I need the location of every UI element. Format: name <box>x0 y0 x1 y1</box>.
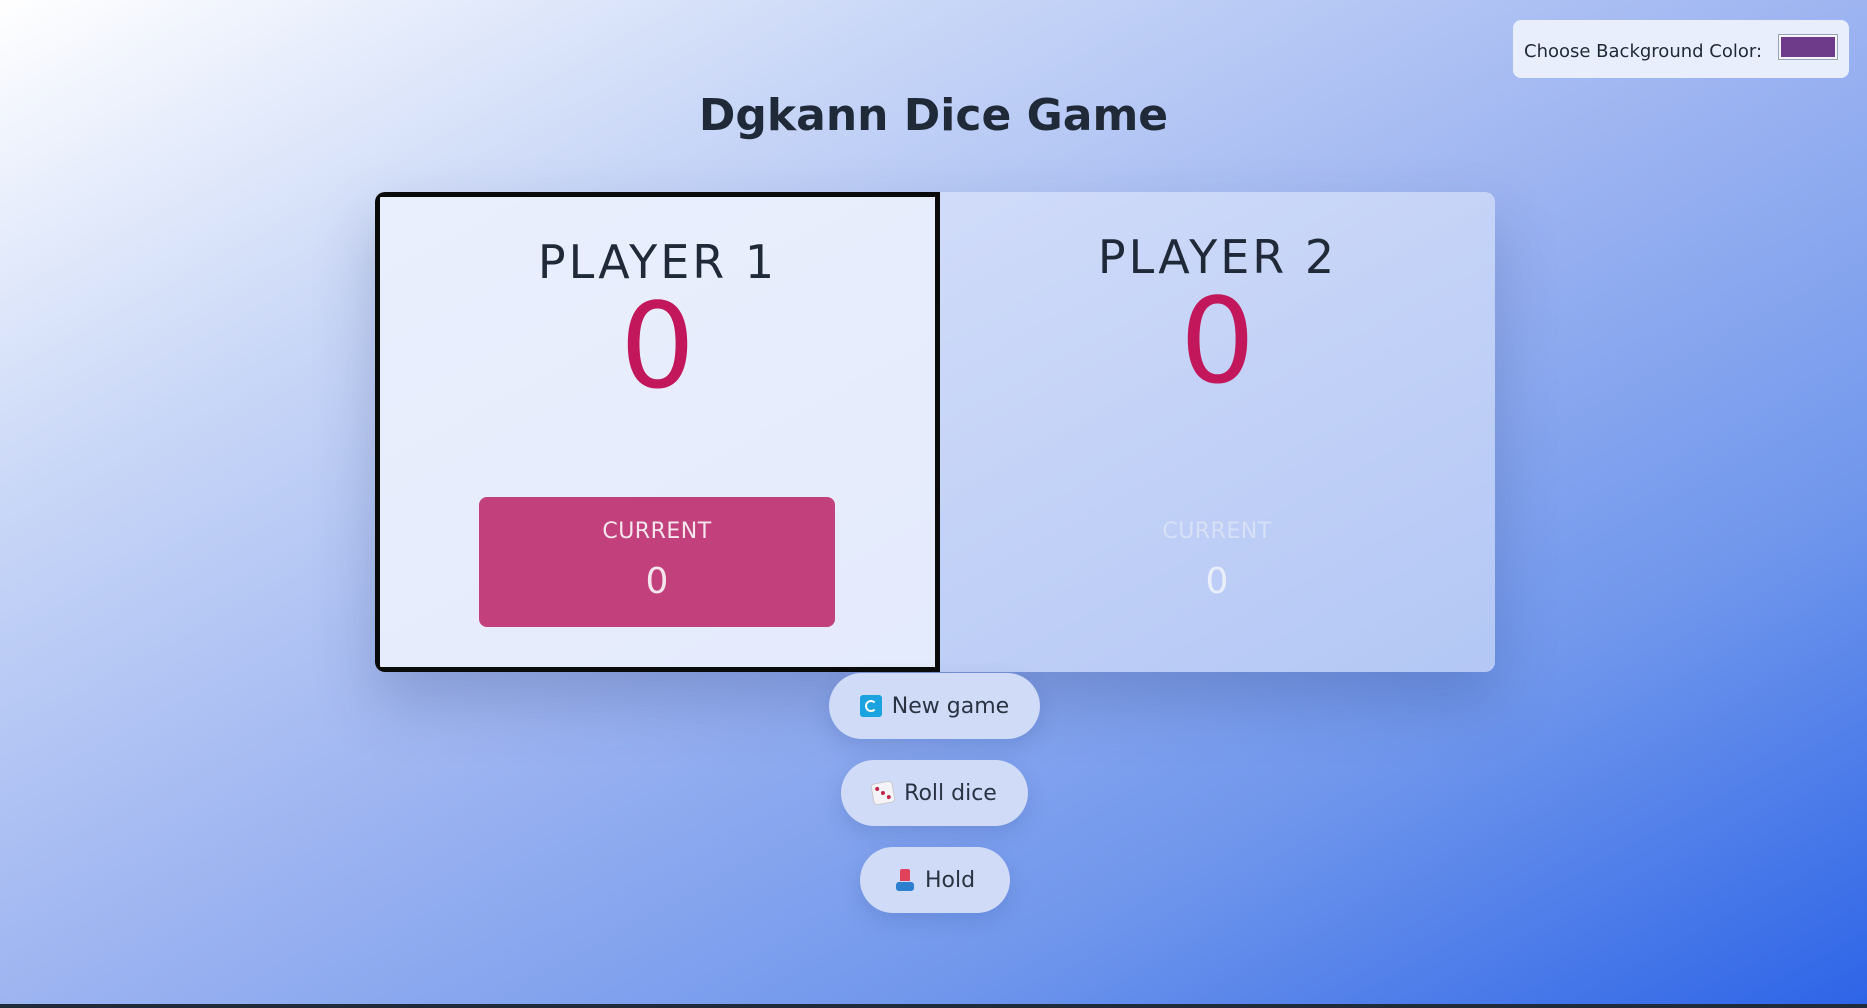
background-color-label: Choose Background Color: <box>1524 40 1763 62</box>
game-board: PLAYER 1 0 CURRENT 0 PLAYER 2 0 CURRENT … <box>375 192 1495 672</box>
bottom-divider <box>0 1004 1867 1008</box>
new-game-label: New game <box>891 693 1010 719</box>
roll-dice-label: Roll dice <box>904 780 997 806</box>
dice-icon <box>870 780 896 806</box>
player-2-score: 0 <box>1179 272 1256 410</box>
background-color-chooser: Choose Background Color: <box>1513 20 1849 78</box>
page-title: Dgkann Dice Game <box>698 90 1169 141</box>
roll-dice-button[interactable]: Roll dice <box>841 760 1028 826</box>
player-2-panel: PLAYER 2 0 CURRENT 0 <box>940 192 1495 672</box>
player-2-current-label: CURRENT <box>1162 519 1272 544</box>
refresh-icon <box>859 695 882 717</box>
hold-label: Hold <box>924 867 976 893</box>
player-1-current-label: CURRENT <box>602 519 712 544</box>
player-1-current-box: CURRENT 0 <box>479 497 835 627</box>
player-1-score: 0 <box>619 277 696 415</box>
player-2-current-score: 0 <box>1205 561 1229 602</box>
player-1-current-score: 0 <box>645 561 669 602</box>
new-game-button[interactable]: New game <box>829 673 1040 739</box>
hold-button[interactable]: Hold <box>860 847 1010 913</box>
player-1-panel: PLAYER 1 0 CURRENT 0 <box>375 192 940 672</box>
background-color-input[interactable] <box>1778 34 1838 60</box>
inbox-tray-icon <box>895 869 915 891</box>
player-2-current-box: CURRENT 0 <box>1039 497 1395 627</box>
